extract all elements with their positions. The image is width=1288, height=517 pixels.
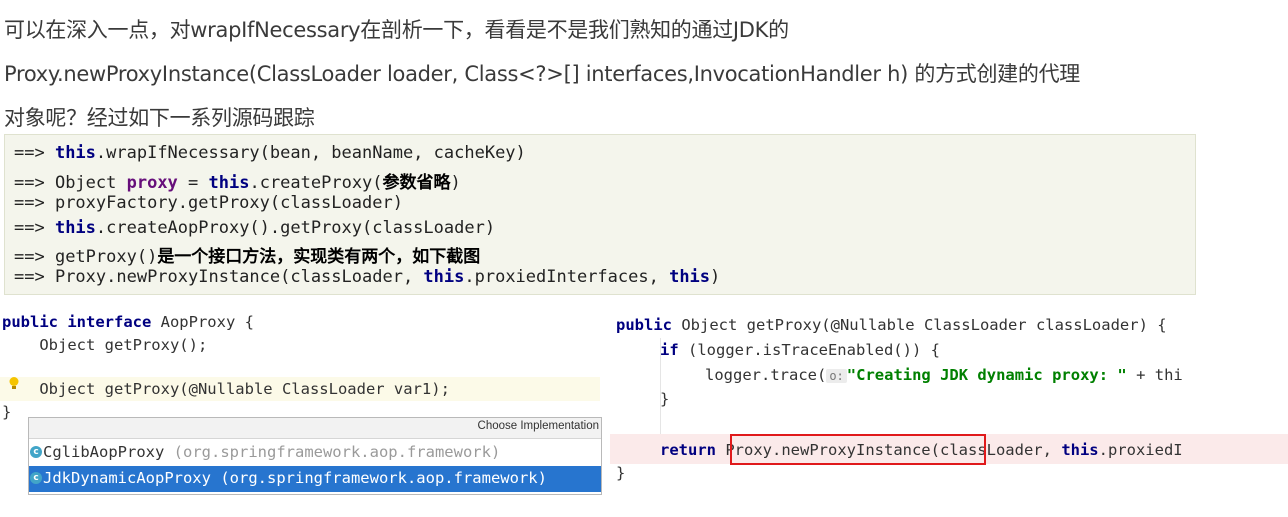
trace-line-1: ==> this.wrapIfNecessary(bean, beanName,… <box>14 143 526 163</box>
trace-line-5: ==> getProxy()是一个接口方法，实现类有两个，如下截图 <box>14 247 481 267</box>
class-icon: c <box>30 472 42 484</box>
implementation-name: JdkDynamicAopProxy <box>43 469 211 487</box>
paragraph-line-3: 对象呢？经过如下一系列源码跟踪 <box>4 106 315 130</box>
trace-line-3: ==> proxyFactory.getProxy(classLoader) <box>14 193 403 213</box>
if-trace-line: if (logger.isTraceEnabled()) { <box>660 341 940 359</box>
new-proxy-instance-highlight-box <box>730 434 986 465</box>
get-proxy-classloader-line[interactable]: Object getProxy(@Nullable ClassLoader va… <box>2 380 450 398</box>
implementation-item-cglib[interactable]: c CglibAopProxy (org.springframework.aop… <box>29 440 601 466</box>
parameter-hint: o: <box>826 369 847 383</box>
trace-line-6: ==> Proxy.newProxyInstance(classLoader, … <box>14 267 721 287</box>
paragraph-line-2: Proxy.newProxyInstance(ClassLoader loade… <box>4 62 1080 86</box>
logger-trace-line: logger.trace(o: "Creating JDK dynamic pro… <box>705 366 1183 384</box>
choose-implementation-popup: Choose Implementation c CglibAopProxy (o… <box>28 417 602 495</box>
implementation-name: CglibAopProxy <box>43 443 165 461</box>
interface-decl-line: public interface AopProxy { <box>2 313 254 331</box>
paragraph-line-1: 可以在深入一点，对wrapIfNecessary在剖析一下，看看是不是我们熟知的… <box>4 18 789 42</box>
implementation-package: (org.springframework.aop.framework) <box>220 469 547 487</box>
trace-line-2: ==> Object proxy = this.createProxy(参数省略… <box>14 173 461 193</box>
jdk-getproxy-editor: public Object getProxy(@Nullable ClassLo… <box>610 306 1288 517</box>
aopproxy-interface-editor: public interface AopProxy { Object getPr… <box>0 306 602 517</box>
call-trace-code-block: ==> this.wrapIfNecessary(bean, beanName,… <box>4 134 1196 295</box>
popup-title: Choose Implementation <box>477 420 599 432</box>
closing-brace: } <box>2 403 12 421</box>
implementation-item-jdk[interactable]: c JdkDynamicAopProxy (org.springframewor… <box>29 466 601 492</box>
trace-line-4: ==> this.createAopProxy().getProxy(class… <box>14 218 496 238</box>
implementation-package: (org.springframework.aop.framework) <box>173 443 501 461</box>
class-icon: c <box>30 446 42 458</box>
get-proxy-method-line[interactable]: Object getProxy(); <box>2 336 207 354</box>
if-closing-brace: } <box>660 390 670 408</box>
method-closing-brace: } <box>616 464 626 482</box>
method-signature-line: public Object getProxy(@Nullable ClassLo… <box>616 316 1167 334</box>
